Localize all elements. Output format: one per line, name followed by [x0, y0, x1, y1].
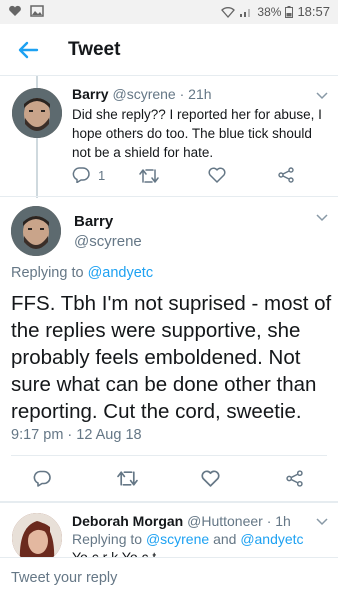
tweet-author-line: Deborah Morgan @Huttoneer · 1h	[72, 513, 291, 529]
tweet-timestamp: 9:17 pm · 12 Aug 18	[11, 427, 142, 443]
avatar[interactable]	[12, 88, 62, 138]
reply-compose-bar[interactable]: Tweet your reply	[0, 557, 338, 600]
replying-to-line: Replying to @scyrene and @andyetc	[72, 531, 304, 547]
replying-to-link[interactable]: @scyrene	[146, 531, 209, 547]
replying-prefix: Replying to	[72, 531, 143, 547]
reply-button[interactable]: 1	[72, 167, 105, 183]
divider	[0, 196, 338, 197]
chevron-down-icon[interactable]	[316, 518, 328, 526]
tweet-age: · 1h	[266, 513, 291, 529]
author-handle[interactable]: @scyrene	[74, 233, 142, 250]
avatar[interactable]	[11, 206, 61, 256]
chevron-down-icon[interactable]	[316, 214, 328, 222]
tweet-text-partial: Yo c r k Yo c t	[72, 549, 157, 557]
signal-icon	[240, 8, 251, 17]
replying-to-line: Replying to @andyetc	[11, 265, 153, 281]
like-icon[interactable]	[208, 167, 226, 183]
avatar-photo	[12, 513, 62, 563]
heart-notification-icon	[9, 5, 21, 16]
reply-input-placeholder[interactable]: Tweet your reply	[11, 570, 117, 586]
author-handle[interactable]: @scyrene	[112, 86, 175, 102]
author-name[interactable]: Barry	[74, 213, 113, 230]
wifi-icon	[221, 6, 236, 18]
back-arrow-icon[interactable]	[16, 38, 40, 62]
app-header: Tweet	[0, 24, 338, 76]
thread-line	[36, 138, 38, 198]
clock: 18:57	[297, 4, 330, 19]
reply-count: 1	[98, 167, 106, 183]
avatar[interactable]	[12, 513, 62, 563]
tweet-text: FFS. Tbh I'm not suprised - most of the …	[11, 292, 332, 423]
reply-icon	[72, 167, 90, 183]
reply-icon[interactable]	[33, 470, 51, 487]
tweet-author-line: Barry @scyrene · 21h	[72, 86, 212, 102]
author-name[interactable]: Deborah Morgan	[72, 513, 183, 529]
chevron-down-icon[interactable]	[316, 92, 328, 100]
replying-and: and	[213, 531, 237, 547]
replying-to-link[interactable]: @andyetc	[88, 265, 154, 281]
image-notification-icon	[30, 5, 44, 17]
share-icon[interactable]	[286, 470, 303, 487]
author-handle[interactable]: @Huttoneer	[187, 513, 263, 529]
status-bar: 38% 18:57	[0, 0, 338, 24]
divider	[11, 455, 327, 456]
retweet-icon[interactable]	[117, 470, 138, 487]
battery-icon	[285, 5, 294, 18]
replying-to-link[interactable]: @andyetc	[240, 531, 303, 547]
page-title: Tweet	[68, 39, 121, 60]
tweet-text: Did she reply?? I reported her for abuse…	[72, 107, 322, 160]
avatar-photo	[11, 206, 61, 256]
retweet-icon[interactable]	[139, 168, 159, 184]
tweet-age: · 21h	[179, 86, 212, 102]
battery-percent: 38%	[257, 4, 282, 19]
share-icon[interactable]	[278, 167, 294, 183]
divider	[0, 501, 338, 503]
author-name[interactable]: Barry	[72, 86, 109, 102]
replying-prefix: Replying to	[11, 265, 84, 281]
avatar-photo	[12, 88, 62, 138]
like-icon[interactable]	[201, 470, 220, 487]
